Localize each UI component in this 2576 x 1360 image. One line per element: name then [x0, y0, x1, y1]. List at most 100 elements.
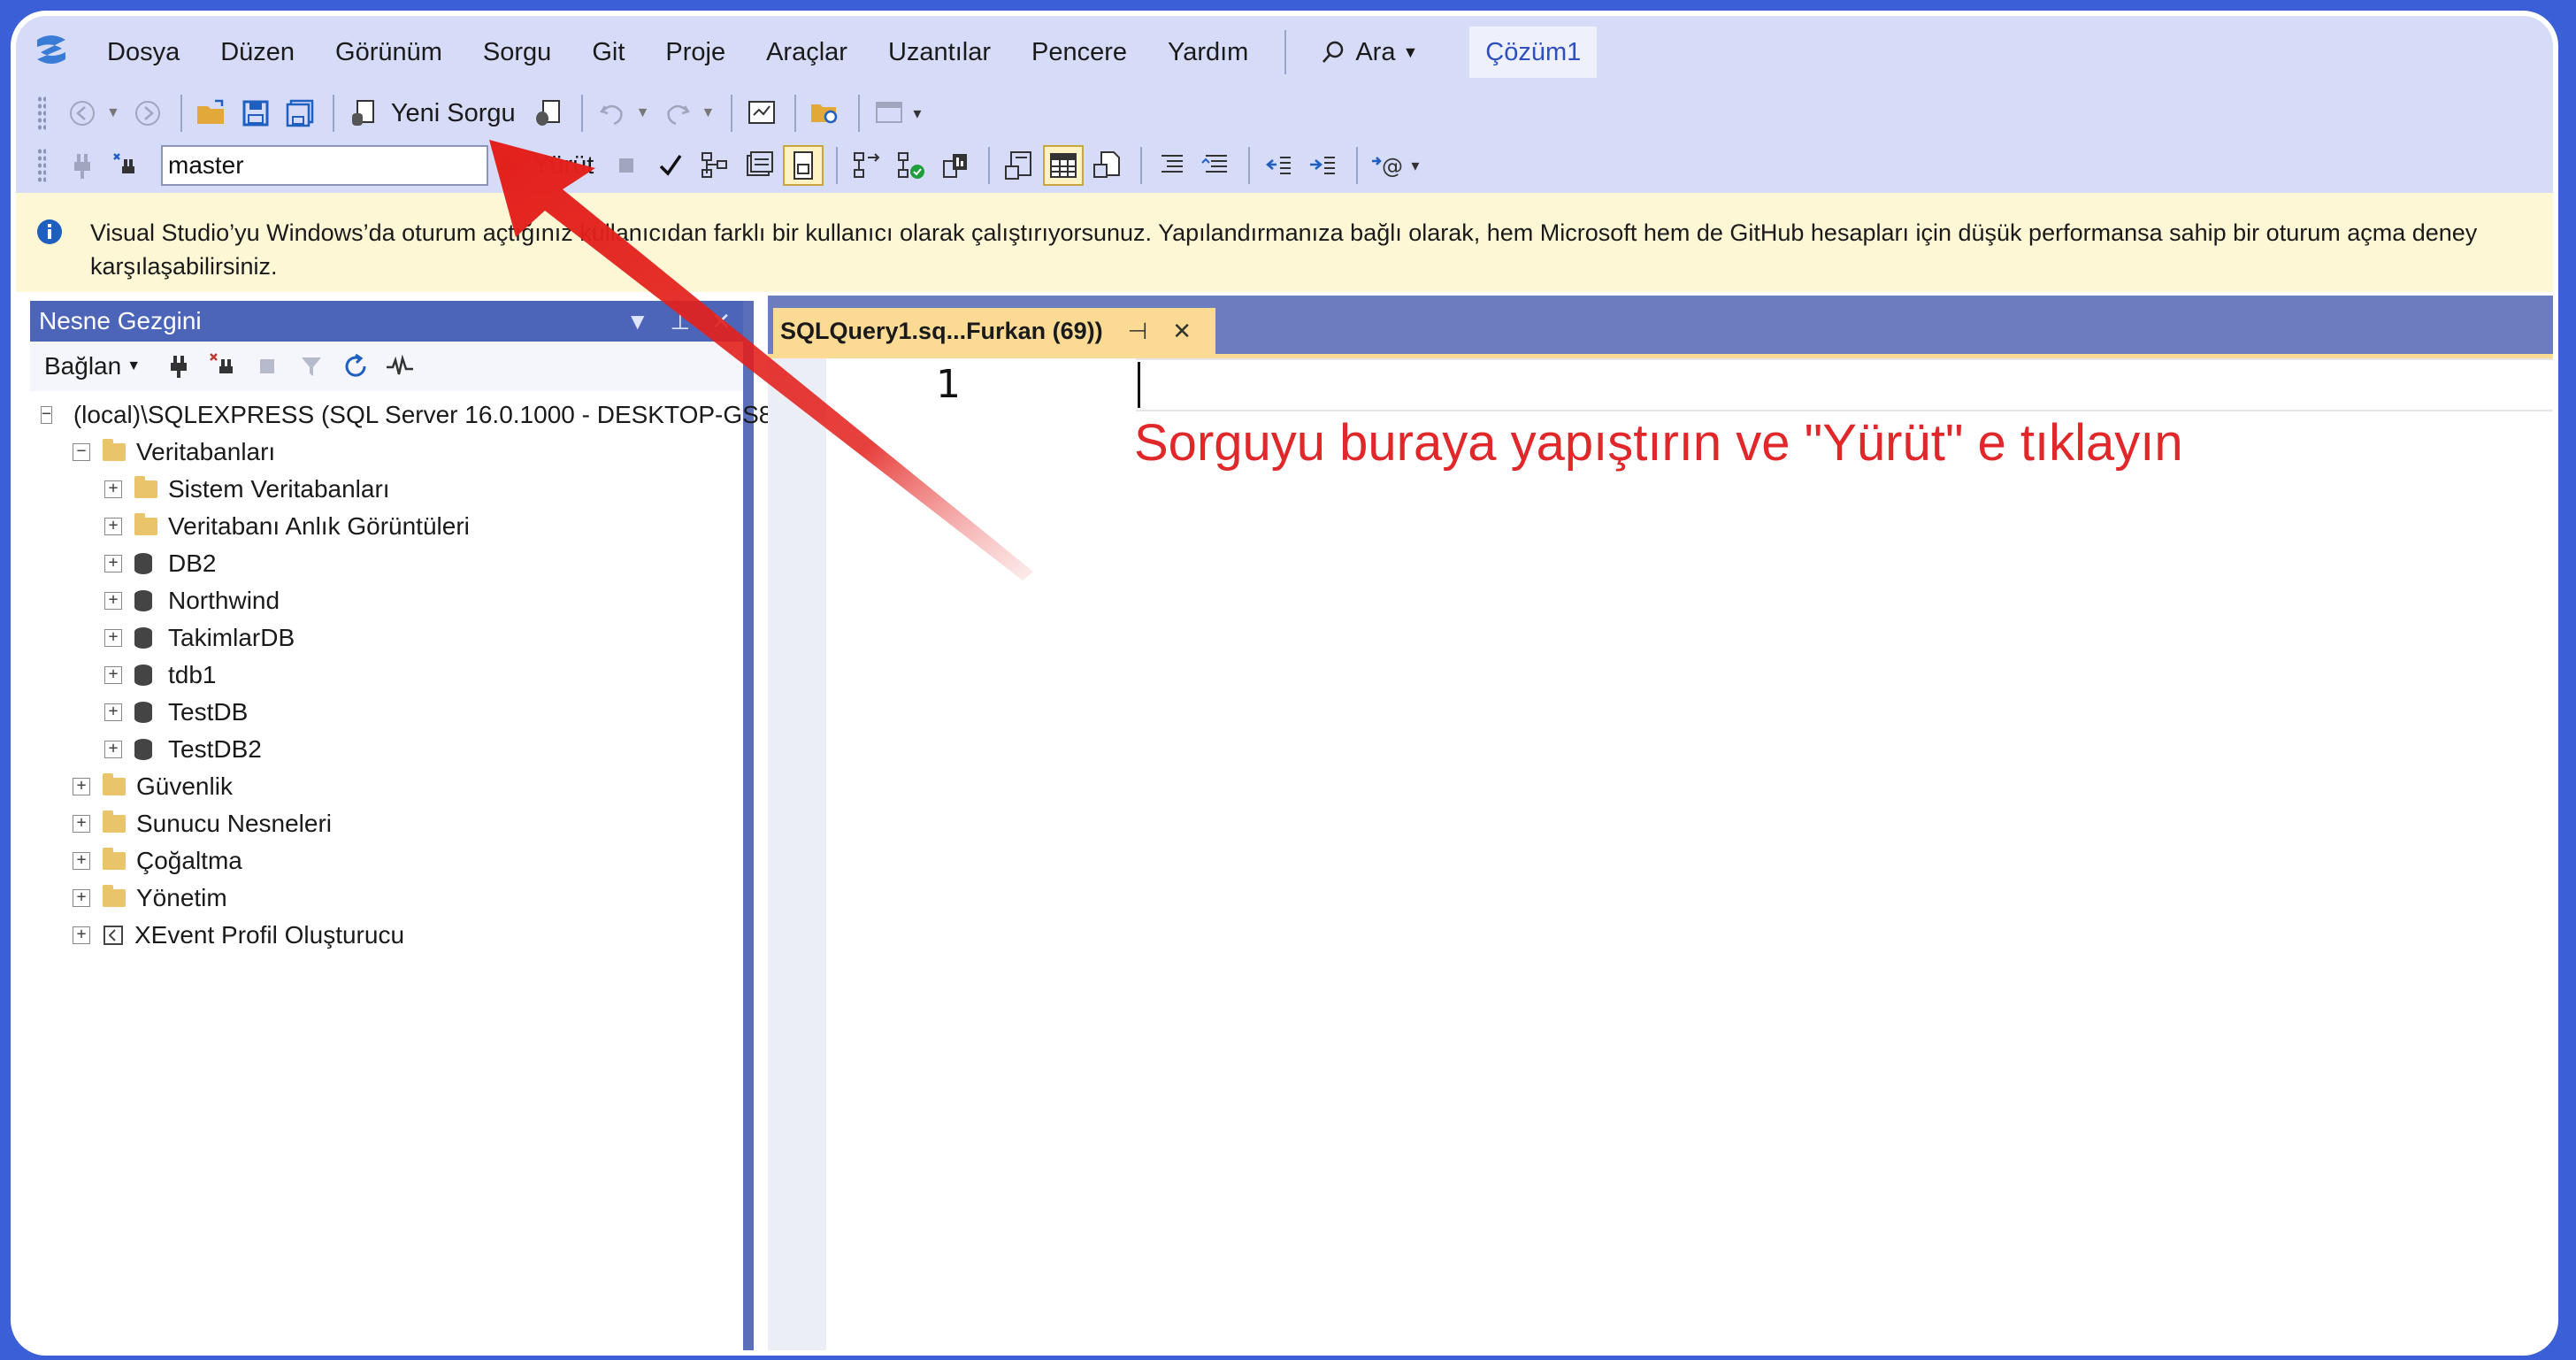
- expand-icon[interactable]: +: [104, 592, 122, 610]
- comment-out-icon[interactable]: [1151, 145, 1192, 186]
- tree-node-database[interactable]: + TakimlarDB: [30, 619, 743, 657]
- results-to-file-icon[interactable]: [1087, 145, 1128, 186]
- tree-node-xevent-profiler[interactable]: + XEvent Profil Oluşturucu: [30, 917, 743, 954]
- new-query-button[interactable]: Yeni Sorgu: [343, 93, 528, 134]
- save-icon[interactable]: [235, 93, 276, 134]
- menu-window[interactable]: Pencere: [1011, 27, 1147, 78]
- toolbar-separator: [1248, 147, 1251, 184]
- expand-icon[interactable]: +: [73, 926, 90, 944]
- activity-monitor-icon[interactable]: [380, 346, 420, 387]
- tree-node-replication[interactable]: + Çoğaltma: [30, 842, 743, 880]
- folder-icon: [103, 439, 126, 461]
- expand-icon[interactable]: +: [104, 480, 122, 498]
- collapse-icon[interactable]: −: [41, 406, 52, 424]
- expand-icon[interactable]: +: [73, 815, 90, 833]
- tree-node-database[interactable]: + TestDB2: [30, 731, 743, 768]
- tree-node-database[interactable]: + Northwind: [30, 582, 743, 619]
- display-estimated-plan-icon[interactable]: [694, 145, 735, 186]
- database-select[interactable]: master: [161, 145, 488, 186]
- intellisense-toggle-icon[interactable]: [783, 145, 824, 186]
- tree-node-database[interactable]: + DB2: [30, 545, 743, 582]
- tree-node-system-databases[interactable]: + Sistem Veritabanları: [30, 471, 743, 508]
- open-folder-icon[interactable]: [191, 93, 232, 134]
- chevron-down-icon[interactable]: ▼: [626, 301, 649, 342]
- search-button[interactable]: Ara ▼: [1302, 38, 1436, 67]
- pin-icon[interactable]: ⊥: [671, 301, 691, 342]
- document-tab[interactable]: SQLQuery1.sq...Furkan (69)) ⊣ ✕: [773, 308, 1215, 354]
- menu-file[interactable]: Dosya: [87, 27, 200, 78]
- window-layout-icon[interactable]: [869, 93, 909, 134]
- menu-query[interactable]: Sorgu: [463, 27, 571, 78]
- uncomment-icon[interactable]: [1195, 145, 1236, 186]
- refresh-icon[interactable]: [335, 346, 376, 387]
- menu-help[interactable]: Yardım: [1147, 27, 1269, 78]
- live-query-statistics-icon[interactable]: [891, 145, 932, 186]
- increase-indent-icon[interactable]: [1303, 145, 1344, 186]
- close-icon[interactable]: ✕: [711, 301, 731, 342]
- results-to-text-icon[interactable]: [999, 145, 1039, 186]
- save-all-icon[interactable]: [280, 93, 320, 134]
- expand-icon[interactable]: +: [73, 852, 90, 870]
- solution-name[interactable]: Çözüm1: [1469, 27, 1598, 78]
- chevron-down-icon[interactable]: ▼: [702, 105, 716, 121]
- stop-icon[interactable]: [606, 145, 647, 186]
- tree-node-database[interactable]: + TestDB: [30, 694, 743, 731]
- toolbar-grip[interactable]: [37, 96, 46, 131]
- expand-icon[interactable]: +: [104, 629, 122, 647]
- expand-icon[interactable]: +: [104, 518, 122, 535]
- activity-monitor-icon[interactable]: [741, 93, 782, 134]
- tree-node-database[interactable]: + tdb1: [30, 657, 743, 694]
- query-options-icon[interactable]: [739, 145, 779, 186]
- client-statistics-icon[interactable]: [935, 145, 976, 186]
- redo-icon[interactable]: [657, 93, 698, 134]
- parse-checkmark-icon[interactable]: [650, 145, 691, 186]
- toolbar-grip[interactable]: [37, 148, 46, 183]
- query-editor[interactable]: 1 Sorguyu buraya yapıştırın ve "Yürüt" e…: [768, 358, 2553, 1350]
- menu-git[interactable]: Git: [571, 27, 645, 78]
- tree-node-database-snapshots[interactable]: + Veritabanı Anlık Görüntüleri: [30, 508, 743, 545]
- change-connection-icon[interactable]: [106, 145, 147, 186]
- back-icon[interactable]: [62, 93, 103, 134]
- expand-icon[interactable]: +: [73, 778, 90, 795]
- tree-node-label: TakimlarDB: [168, 624, 295, 651]
- chevron-down-icon[interactable]: ▼: [106, 105, 120, 121]
- menu-edit[interactable]: Düzen: [200, 27, 315, 78]
- execute-button[interactable]: Yürüt: [499, 151, 606, 181]
- toolbar-overflow-icon[interactable]: ▾: [913, 104, 921, 123]
- expand-icon[interactable]: +: [104, 555, 122, 572]
- expand-icon[interactable]: +: [104, 741, 122, 758]
- expand-icon[interactable]: +: [104, 703, 122, 721]
- object-explorer-icon[interactable]: [805, 93, 846, 134]
- results-to-grid-icon[interactable]: [1043, 145, 1085, 186]
- forward-icon[interactable]: [127, 93, 168, 134]
- filter-icon[interactable]: [291, 346, 332, 387]
- disconnect-icon[interactable]: [203, 346, 243, 387]
- menu-view[interactable]: Görünüm: [315, 27, 463, 78]
- undo-icon[interactable]: [592, 93, 632, 134]
- toolbar-overflow-icon[interactable]: ▾: [1411, 157, 1419, 175]
- expand-icon[interactable]: +: [73, 889, 90, 907]
- expand-icon[interactable]: +: [104, 666, 122, 684]
- chevron-down-icon[interactable]: ▼: [636, 105, 650, 121]
- menu-project[interactable]: Proje: [645, 27, 746, 78]
- tree-node-security[interactable]: + Güvenlik: [30, 768, 743, 805]
- pin-icon[interactable]: ⊣: [1128, 318, 1148, 345]
- tree-node-management[interactable]: + Yönetim: [30, 880, 743, 917]
- sql-editor-toolbar: master Yürüt @ ▾: [16, 138, 2553, 193]
- tree-node-server-objects[interactable]: + Sunucu Nesneleri: [30, 805, 743, 842]
- connect-icon[interactable]: [62, 145, 103, 186]
- database-engine-query-icon[interactable]: [528, 93, 569, 134]
- close-icon[interactable]: ✕: [1172, 318, 1192, 345]
- specify-template-parameters-icon[interactable]: @: [1367, 145, 1407, 186]
- include-actual-plan-icon[interactable]: [847, 145, 887, 186]
- connect-dropdown[interactable]: Bağlan ▼: [44, 352, 141, 380]
- menu-extensions[interactable]: Uzantılar: [868, 27, 1011, 78]
- tree-node-server[interactable]: − (local)\SQLEXPRESS (SQL Server 16.0.10…: [30, 396, 772, 434]
- decrease-indent-icon[interactable]: [1259, 145, 1300, 186]
- stop-icon[interactable]: [247, 346, 288, 387]
- collapse-icon[interactable]: −: [73, 443, 90, 461]
- menu-tools[interactable]: Araçlar: [746, 27, 868, 78]
- tree-node-databases[interactable]: − Veritabanları: [30, 434, 743, 471]
- connect-plug-icon[interactable]: [158, 346, 199, 387]
- ssms-logo-icon[interactable]: [16, 16, 87, 88]
